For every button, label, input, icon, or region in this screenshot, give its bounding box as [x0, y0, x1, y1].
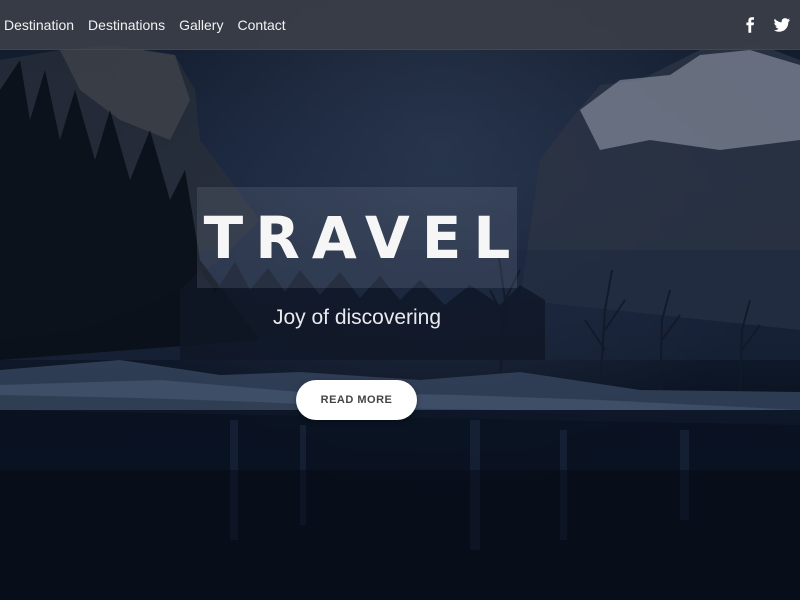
nav-link-destinations[interactable]: Destinations: [88, 0, 165, 50]
hero-subtitle: Joy of discovering: [272, 306, 442, 329]
nav-link-destination[interactable]: Destination: [4, 0, 74, 50]
landscape-illustration: [0, 45, 800, 600]
facebook-icon[interactable]: [742, 16, 758, 33]
twitter-icon[interactable]: [774, 17, 790, 33]
navbar: Destination Destinations Gallery Contact: [0, 0, 800, 50]
social-links: [742, 16, 796, 33]
nav-link-gallery[interactable]: Gallery: [179, 0, 223, 50]
read-more-button[interactable]: READ MORE: [296, 380, 417, 420]
nav-links: Destination Destinations Gallery Contact: [4, 0, 286, 50]
hero-background: [0, 0, 800, 600]
nav-link-contact[interactable]: Contact: [237, 0, 285, 50]
hero-title: TRAVEL: [203, 203, 523, 272]
hero-title-box: TRAVEL: [197, 187, 517, 288]
